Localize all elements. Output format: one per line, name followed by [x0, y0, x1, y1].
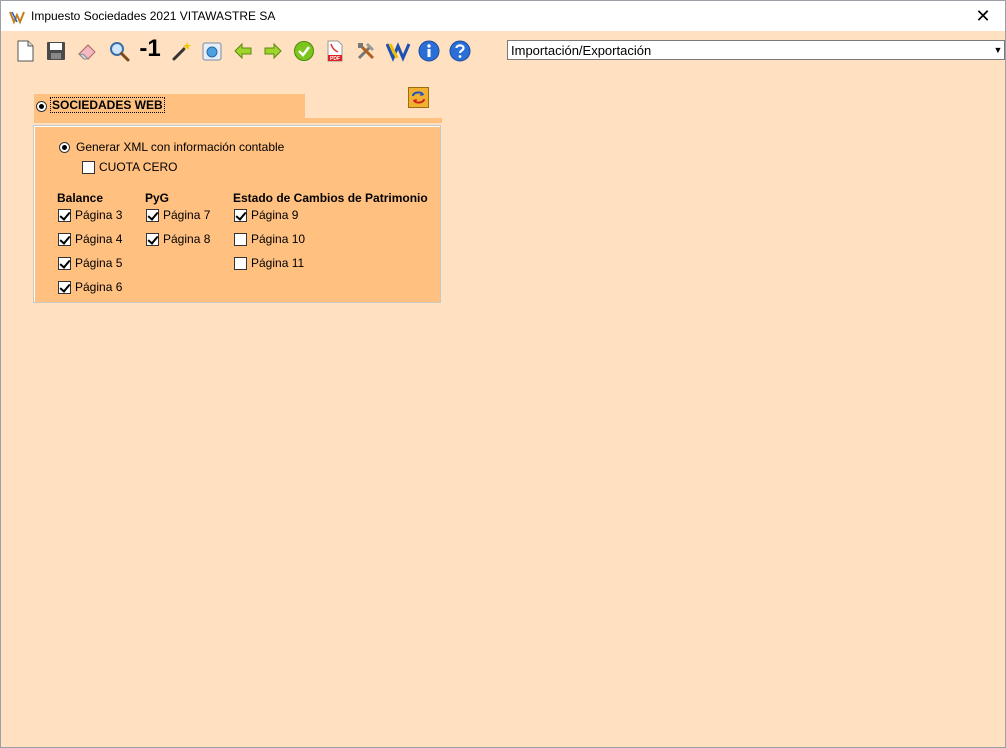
- eraser-icon[interactable]: [75, 39, 99, 63]
- globe-icon[interactable]: [200, 39, 224, 63]
- main-window: Impuesto Sociedades 2021 VITAWASTRE SA ✕…: [0, 0, 1006, 748]
- info-icon[interactable]: [417, 39, 441, 63]
- section-select-value: Importación/Exportación: [511, 43, 652, 58]
- pagina-7-label[interactable]: Página 7: [163, 208, 210, 222]
- minus-one-icon[interactable]: -1: [138, 35, 162, 62]
- generar-xml-radio[interactable]: [59, 142, 70, 153]
- pagina-6-label[interactable]: Página 6: [75, 280, 122, 294]
- section-divider: [34, 118, 442, 123]
- magic-wand-icon[interactable]: [169, 39, 193, 63]
- pagina-4-checkbox[interactable]: [58, 233, 71, 246]
- pyg-column-title: PyG: [145, 191, 170, 205]
- chevron-down-icon[interactable]: ▼: [992, 41, 1004, 59]
- check-icon[interactable]: [292, 39, 316, 63]
- xml-options-panel: Generar XML con información contable CUO…: [33, 125, 441, 303]
- pdf-icon[interactable]: PDF: [323, 39, 347, 63]
- pagina-3-checkbox[interactable]: [58, 209, 71, 222]
- generar-xml-label[interactable]: Generar XML con información contable: [76, 140, 284, 154]
- tools-icon[interactable]: [354, 39, 378, 63]
- pagina-7-checkbox[interactable]: [146, 209, 159, 222]
- pagina-8-checkbox[interactable]: [146, 233, 159, 246]
- pagina-3-label[interactable]: Página 3: [75, 208, 122, 222]
- pagina-9-checkbox[interactable]: [234, 209, 247, 222]
- magnifier-icon[interactable]: [107, 39, 131, 63]
- cuota-cero-checkbox[interactable]: [82, 161, 95, 174]
- title-bar: Impuesto Sociedades 2021 VITAWASTRE SA ✕: [1, 1, 1005, 31]
- pagina-10-checkbox[interactable]: [234, 233, 247, 246]
- pagina-4-label[interactable]: Página 4: [75, 232, 122, 246]
- pagina-11-label[interactable]: Página 11: [251, 256, 304, 270]
- help-icon[interactable]: [448, 39, 472, 63]
- new-document-icon[interactable]: [13, 39, 37, 63]
- cuota-cero-label[interactable]: CUOTA CERO: [99, 160, 177, 174]
- save-icon[interactable]: [44, 39, 68, 63]
- window-title: Impuesto Sociedades 2021 VITAWASTRE SA: [31, 9, 276, 23]
- close-button[interactable]: ✕: [961, 1, 1005, 31]
- section-select[interactable]: Importación/Exportación ▼: [507, 40, 1005, 60]
- pagina-10-label[interactable]: Página 10: [251, 232, 305, 246]
- pagina-9-label[interactable]: Página 9: [251, 208, 298, 222]
- sync-icon[interactable]: [408, 87, 429, 108]
- pdf-icon-label: PDF: [330, 56, 340, 62]
- sociedades-web-header: SOCIEDADES WEB: [34, 94, 305, 118]
- pagina-6-checkbox[interactable]: [58, 281, 71, 294]
- pagina-8-label[interactable]: Página 8: [163, 232, 210, 246]
- pagina-5-label[interactable]: Página 5: [75, 256, 122, 270]
- balance-column-title: Balance: [57, 191, 104, 205]
- sociedades-web-radio[interactable]: [36, 101, 47, 112]
- arrow-left-icon[interactable]: [231, 39, 255, 63]
- app-logo-icon: [9, 11, 25, 25]
- sociedades-web-label[interactable]: SOCIEDADES WEB: [50, 97, 165, 113]
- aeat-logo-icon[interactable]: [385, 39, 413, 63]
- pagina-5-checkbox[interactable]: [58, 257, 71, 270]
- arrow-right-icon[interactable]: [261, 39, 285, 63]
- pagina-11-checkbox[interactable]: [234, 257, 247, 270]
- ecp-column-title: Estado de Cambios de Patrimonio: [233, 191, 428, 205]
